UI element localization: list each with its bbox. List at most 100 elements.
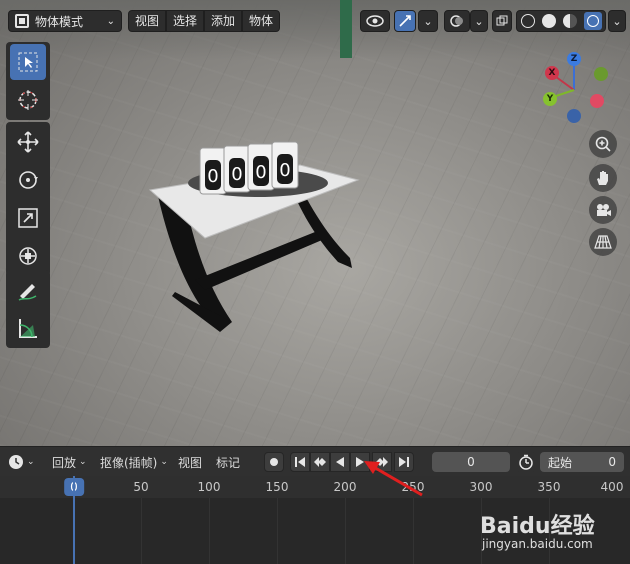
gizmo-x-axis[interactable]: X <box>545 66 559 80</box>
start-frame-field[interactable]: 起始 0 <box>540 452 624 472</box>
start-frame-label: 起始 <box>548 455 573 470</box>
playback-menu[interactable]: 回放 ⌄ <box>52 452 87 472</box>
zoom-button[interactable] <box>589 130 617 158</box>
solid-shading-icon[interactable] <box>541 14 556 28</box>
stopwatch-icon <box>519 454 533 470</box>
xray-icon <box>496 15 508 26</box>
shading-dropdown[interactable]: ⌄ <box>608 10 626 32</box>
menu-select[interactable]: 选择 <box>166 10 205 32</box>
marker-menu[interactable]: 标记 <box>216 452 240 472</box>
current-frame-field[interactable]: 0 <box>432 452 510 472</box>
overlay-toggle[interactable] <box>444 10 470 32</box>
pan-button[interactable] <box>589 164 617 192</box>
jump-end-icon <box>399 457 409 467</box>
wireframe-shading-icon[interactable] <box>520 14 535 28</box>
chevron-down-icon: ⌄ <box>474 14 484 28</box>
transform-tool[interactable] <box>10 238 46 274</box>
scale-tool[interactable] <box>10 200 46 236</box>
overlay-dropdown[interactable]: ⌄ <box>470 10 488 32</box>
rendered-shading-icon[interactable] <box>583 12 602 30</box>
perspective-toggle-button[interactable] <box>589 228 617 256</box>
object-mode-label: 物体模式 <box>35 14 84 29</box>
playhead-line[interactable] <box>73 476 75 564</box>
record-button[interactable] <box>264 452 284 472</box>
counter-digit: 0 <box>231 164 242 185</box>
hand-icon <box>597 171 608 185</box>
editor-type-dropdown[interactable]: ⌄ <box>8 452 35 472</box>
ruler-tick: 200 <box>333 480 357 494</box>
grid-icon <box>594 235 612 249</box>
object-mode-dropdown[interactable]: 物体模式 ⌄ <box>8 10 122 32</box>
marker-label: 标记 <box>216 455 241 470</box>
jump-start-button[interactable] <box>290 452 310 472</box>
jump-end-button[interactable] <box>394 452 414 472</box>
material-shading-icon[interactable] <box>562 14 577 28</box>
cursor-tool[interactable] <box>10 82 46 118</box>
eye-icon <box>366 15 384 27</box>
chevron-down-icon: ⌄ <box>106 15 115 27</box>
overlay-icon <box>450 15 463 27</box>
counter-digit: 0 <box>279 160 290 181</box>
rotate-tool[interactable] <box>10 162 46 198</box>
menu-add[interactable]: 添加 <box>204 10 243 32</box>
table-crossbar <box>195 232 322 290</box>
move-icon <box>17 131 39 153</box>
chevron-down-icon: ⌄ <box>27 457 35 467</box>
toolbar-select-group <box>6 42 50 120</box>
annotate-tool[interactable] <box>10 272 46 308</box>
grid-line <box>277 498 278 564</box>
measure-tool[interactable] <box>10 310 46 346</box>
clock-icon <box>9 455 23 469</box>
timeline-header: ⌄ 回放 ⌄ 抠像(插帧) ⌄ 视图 标记 0 起始 0 <box>0 446 630 476</box>
gizmo-neg-y-axis[interactable] <box>594 67 608 81</box>
next-keyframe-button[interactable] <box>372 452 392 472</box>
play-button[interactable] <box>350 452 370 472</box>
3d-viewport[interactable]: 0 0 0 0 物体模式 ⌄ 视图 选择 添加 物体 ⌄ ⌄ ⌄ Z X Y <box>0 0 630 446</box>
xray-toggle[interactable] <box>492 10 512 32</box>
gizmo-dropdown[interactable]: ⌄ <box>418 10 438 32</box>
chevron-down-icon: ⌄ <box>423 14 433 28</box>
ruler-tick: 50 <box>133 480 149 494</box>
gizmo-z-axis[interactable]: Z <box>567 52 581 66</box>
toolbar-annotate-group <box>6 270 50 348</box>
object-mode-icon <box>15 14 29 28</box>
timeline-view-menu[interactable]: 视图 <box>178 452 202 472</box>
play-reverse-icon <box>336 457 344 467</box>
play-reverse-button[interactable] <box>330 452 350 472</box>
ruler-tick: 150 <box>265 480 289 494</box>
select-tool[interactable] <box>10 44 46 80</box>
record-icon <box>270 458 278 466</box>
grid-line <box>141 498 142 564</box>
preview-range-toggle[interactable] <box>516 452 536 472</box>
gizmo-toggle[interactable] <box>394 10 416 32</box>
timeline-ruler[interactable]: 0 50 100 150 200 250 300 350 400 <box>0 476 630 498</box>
ruler-tick: 400 <box>600 480 624 494</box>
baidu-watermark: Baidu经验 <box>480 514 595 539</box>
scale-icon <box>18 208 38 228</box>
menu-view[interactable]: 视图 <box>128 10 167 32</box>
prev-keyframe-button[interactable] <box>310 452 330 472</box>
visibility-toggle[interactable] <box>360 10 390 32</box>
playback-label: 回放 <box>52 455 77 470</box>
chevron-down-icon: ⌄ <box>612 14 622 28</box>
move-tool[interactable] <box>10 124 46 160</box>
keying-label: 抠像(插帧) <box>100 455 158 470</box>
flip-counter: 0 0 0 0 <box>199 141 299 195</box>
transform-icon <box>19 247 37 265</box>
grid-line <box>209 498 210 564</box>
gizmo-icon <box>399 15 411 27</box>
ruler-tick: 350 <box>537 480 561 494</box>
counter-digit: 0 <box>255 162 266 183</box>
gizmo-neg-z-axis[interactable] <box>567 109 581 123</box>
keying-menu[interactable]: 抠像(插帧) ⌄ <box>100 452 168 472</box>
camera-view-button[interactable] <box>589 196 617 224</box>
grid-line <box>413 498 414 564</box>
gizmo-neg-x-axis[interactable] <box>590 94 604 108</box>
cursor-icon <box>18 90 38 110</box>
viewport-header: 物体模式 ⌄ 视图 选择 添加 物体 ⌄ ⌄ ⌄ <box>0 0 630 40</box>
zoom-icon <box>595 136 611 152</box>
play-icon <box>356 457 364 467</box>
start-frame-value: 0 <box>608 455 616 469</box>
menu-object[interactable]: 物体 <box>242 10 281 32</box>
gizmo-y-axis[interactable]: Y <box>543 92 557 106</box>
